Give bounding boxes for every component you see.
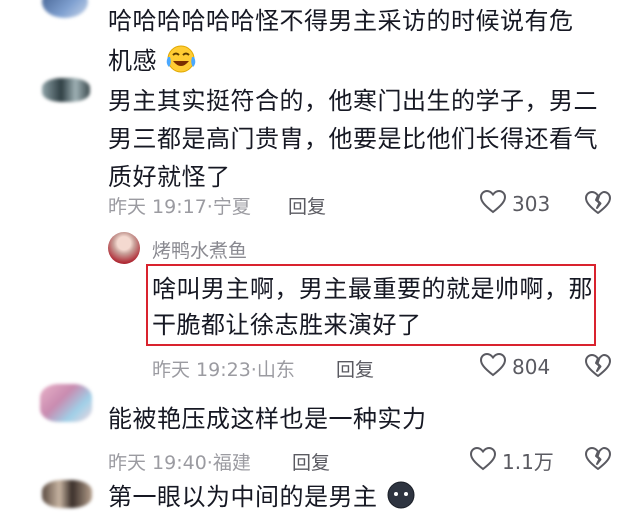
comment-text-line: 能被艳压成这样也是一种实力 <box>108 405 427 433</box>
broken-heart-icon <box>585 354 611 382</box>
reply-avatar[interactable] <box>108 232 140 264</box>
reply-username[interactable]: 烤鸭水煮鱼 <box>152 236 247 263</box>
comment-text: 质好就怪了 <box>108 158 231 196</box>
heart-icon <box>479 352 507 381</box>
dislike-button[interactable] <box>585 191 611 219</box>
comment-text: 男三都是高门贵胄，他要是比他们长得还看气 <box>108 120 598 158</box>
comment-meta: 昨天 19:23·山东 <box>152 355 295 382</box>
reply-button[interactable]: 回复 <box>288 192 326 219</box>
reply-text: 干脆都让徐志胜来演好了 <box>152 306 422 344</box>
comment-text: 机感 <box>108 42 197 85</box>
broken-heart-icon <box>585 191 611 219</box>
comment-time: 昨天 19:23 <box>152 359 251 381</box>
heart-icon <box>469 446 497 475</box>
like-button[interactable]: 804 <box>479 352 551 381</box>
comment-text: 哈哈哈哈哈哈怪不得男主采访的时候说有危 <box>108 2 574 40</box>
heart-icon <box>479 189 507 218</box>
avatar[interactable] <box>42 480 92 508</box>
comment-location: 福建 <box>212 452 251 474</box>
dark-face-emoji <box>386 480 416 521</box>
comment-text-line: 哈哈哈哈哈哈怪不得男主采访的时候说有危 <box>108 7 574 35</box>
comment-location: 宁夏 <box>212 196 251 218</box>
comment-text-line: 男主其实挺符合的，他寒门出生的学子，男二 <box>108 87 598 115</box>
comment-text-line: 男三都是高门贵胄，他要是比他们长得还看气 <box>108 125 598 153</box>
dislike-button[interactable] <box>585 354 611 382</box>
comment-meta: 昨天 19:17·宁夏 <box>108 192 251 219</box>
avatar[interactable] <box>40 384 92 422</box>
broken-heart-icon <box>585 447 611 475</box>
like-button[interactable]: 303 <box>479 189 551 218</box>
comment-time: 昨天 19:17 <box>108 196 207 218</box>
reply-text-line: 啥叫男主啊，男主最重要的就是帅啊，那 <box>152 275 593 303</box>
crying-laughing-emoji <box>165 44 197 85</box>
comment-text: 能被艳压成这样也是一种实力 <box>108 400 427 438</box>
dislike-button[interactable] <box>585 447 611 475</box>
reply-button[interactable]: 回复 <box>292 448 330 475</box>
like-count: 303 <box>512 192 551 216</box>
reply-button[interactable]: 回复 <box>336 355 374 382</box>
comment-text-line: 第一眼以为中间的是男主 <box>108 483 378 511</box>
avatar[interactable] <box>42 0 88 18</box>
comment-text: 男主其实挺符合的，他寒门出生的学子，男二 <box>108 82 598 120</box>
like-button[interactable]: 1.1万 <box>469 446 554 475</box>
like-count: 804 <box>512 355 551 379</box>
reply-text: 啥叫男主啊，男主最重要的就是帅啊，那 <box>152 270 593 308</box>
comment-location: 山东 <box>256 359 295 381</box>
like-count: 1.1万 <box>502 450 554 474</box>
comment-text-line: 质好就怪了 <box>108 163 231 191</box>
comment-meta: 昨天 19:40·福建 <box>108 448 251 475</box>
avatar[interactable] <box>42 78 90 102</box>
reply-text-line: 干脆都让徐志胜来演好了 <box>152 311 422 339</box>
comment-text-line: 机感 <box>108 47 157 75</box>
comment-time: 昨天 19:40 <box>108 452 207 474</box>
comment-text: 第一眼以为中间的是男主 <box>108 478 416 521</box>
